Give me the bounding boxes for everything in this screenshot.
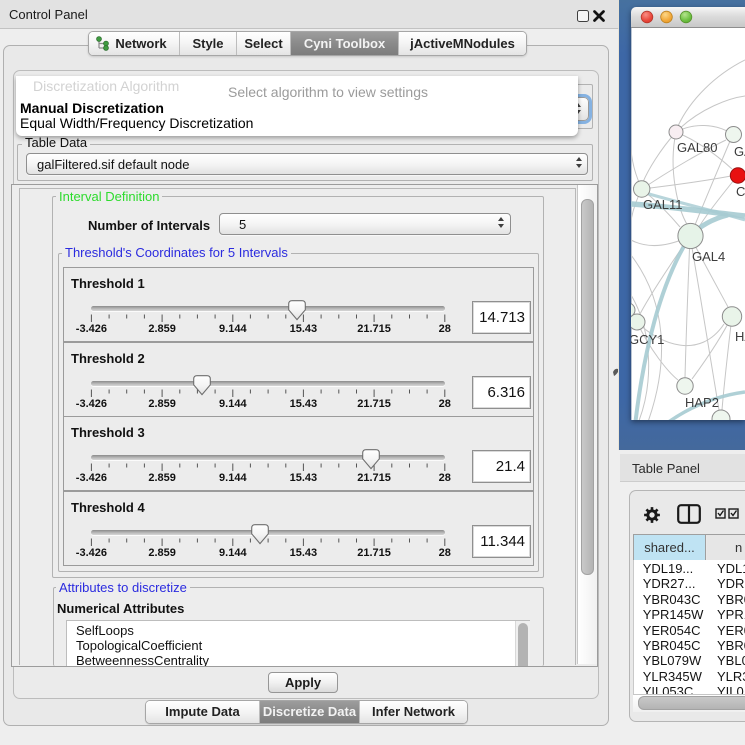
svg-text:HA: HA bbox=[735, 329, 745, 344]
svg-text:GAL11: GAL11 bbox=[643, 197, 683, 212]
svg-text:GAL: GAL bbox=[734, 144, 745, 159]
svg-text:GCY1: GCY1 bbox=[631, 332, 664, 347]
svg-text:GAL4: GAL4 bbox=[692, 249, 725, 264]
svg-text:HAP2: HAP2 bbox=[685, 395, 719, 410]
svg-text:CD: CD bbox=[736, 184, 745, 199]
svg-text:GAL80: GAL80 bbox=[677, 140, 717, 155]
